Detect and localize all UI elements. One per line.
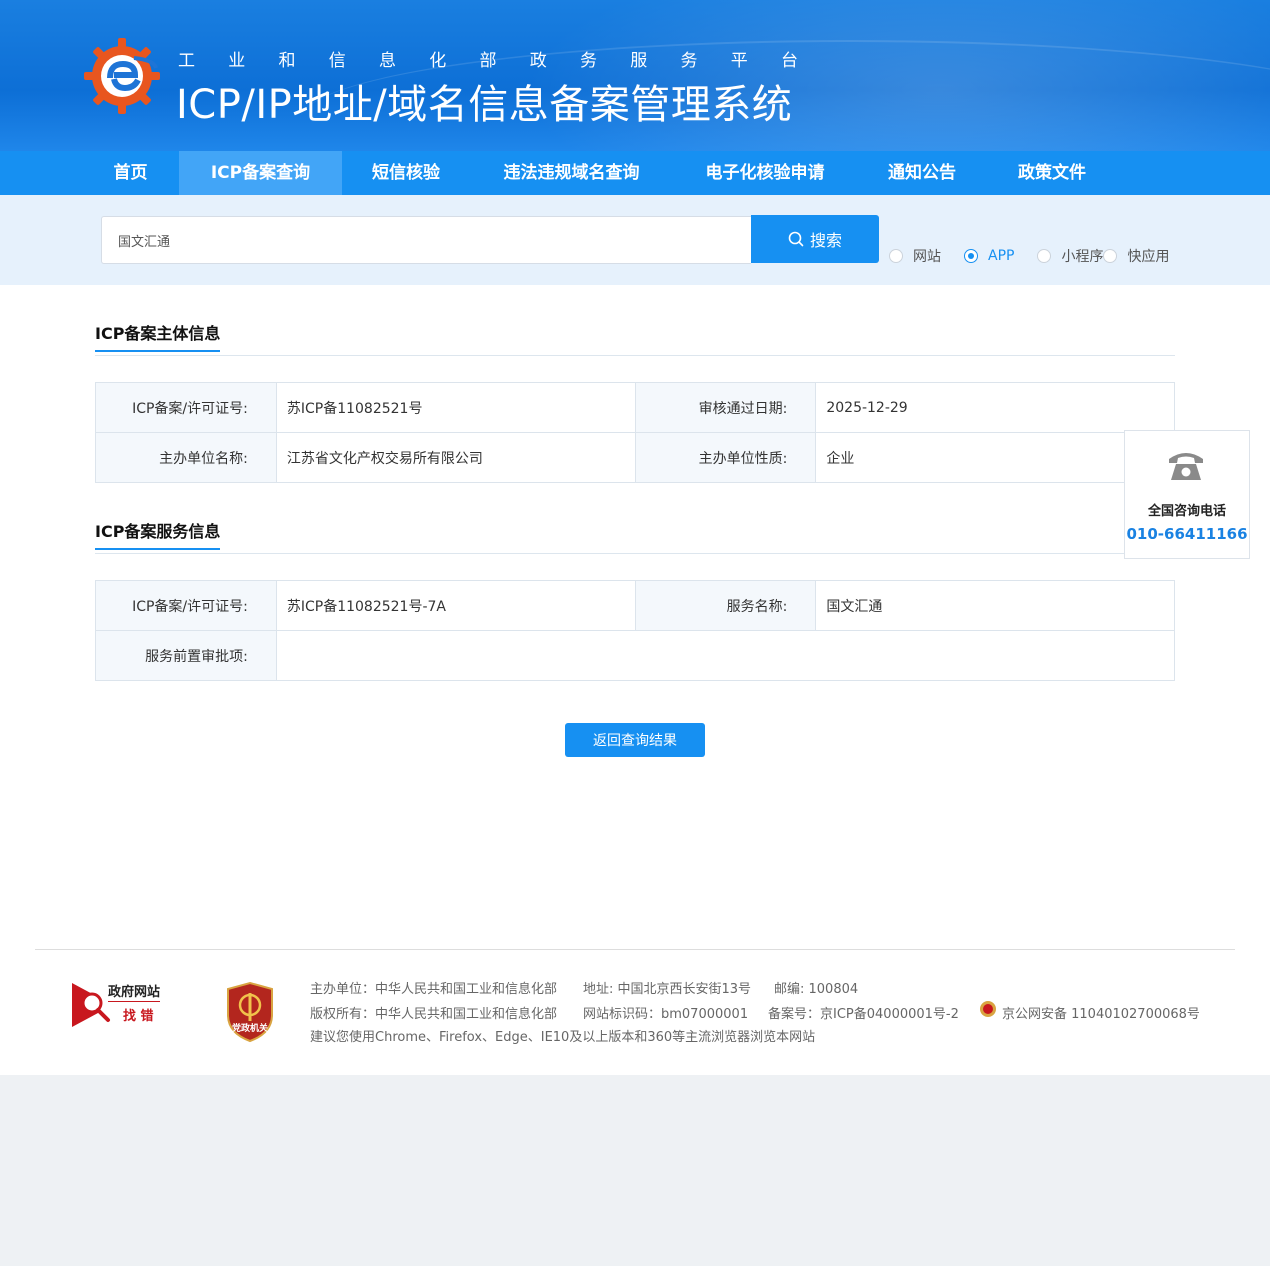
subtitle-char: 服 xyxy=(630,51,648,71)
back-to-results-button[interactable]: 返回查询结果 xyxy=(565,723,705,757)
page-title: ICP/IP地址/域名信息备案管理系统 xyxy=(176,82,793,128)
field-label: 主办单位性质: xyxy=(634,432,817,483)
nav-item-sms-verify[interactable]: 短信核验 xyxy=(342,151,470,195)
search-bar: 搜索 网站 APP 小程序 快应用 xyxy=(0,195,1270,285)
search-button[interactable]: 搜索 xyxy=(751,215,879,263)
search-type-radio-group: 网站 APP 小程序 快应用 xyxy=(889,246,1169,266)
nav-item-notices[interactable]: 通知公告 xyxy=(857,151,987,195)
subtitle-char: 和 xyxy=(278,51,296,71)
subtitle-char: 业 xyxy=(228,51,246,71)
radio-dot xyxy=(1103,249,1118,263)
field-label: 审核通过日期: xyxy=(634,382,817,433)
service-section-title: ICP备案服务信息 xyxy=(95,518,221,550)
nav-item-illegal-domain[interactable]: 违法违规域名查询 xyxy=(470,151,673,195)
footer-icp-link[interactable]: 备案号：京ICP备04000001号-2 xyxy=(768,1003,959,1022)
footer-sponsor: 主办单位：中华人民共和国工业和信息化部 xyxy=(310,982,558,997)
subtitle-char: 息 xyxy=(379,51,396,71)
field-value: 2025-12-29 xyxy=(815,382,1175,433)
site-header: 工 业 和 信 息 化 部 政 务 服 务 平 台 ICP/IP地址/域名信息备案管理系统 xyxy=(0,0,1270,151)
nav-item-policies[interactable]: 政策文件 xyxy=(987,151,1117,195)
gov-site-error-report-logo[interactable]: 政府网站 找 错 xyxy=(72,983,172,1027)
radio-dot xyxy=(889,249,903,263)
table-row: 服务前置审批项: xyxy=(95,630,1176,681)
radio-mini-program[interactable]: 小程序 xyxy=(1037,246,1103,266)
magnifier-icon xyxy=(72,983,110,1027)
field-value: 江苏省文化产权交易所有限公司 xyxy=(275,432,636,483)
field-value: 苏ICP备11082521号-7A xyxy=(275,580,636,631)
field-value xyxy=(275,630,1176,681)
field-value: 国文汇通 xyxy=(815,580,1175,631)
nav-item-home[interactable]: 首页 xyxy=(82,151,179,195)
subtitle-char: 信 xyxy=(328,51,346,71)
subtitle-char: 化 xyxy=(429,51,447,71)
search-input[interactable] xyxy=(101,216,751,264)
subtitle-char: 部 xyxy=(479,51,497,71)
miit-logo-icon[interactable] xyxy=(84,38,160,114)
header-subtitle: 工业和信息化部政务服务平台 xyxy=(178,46,798,71)
search-button-label: 搜索 xyxy=(809,231,842,250)
main-content: ICP备案主体信息 ICP备案/许可证号: 苏ICP备11082521号 审核通… xyxy=(0,285,1270,1075)
consult-phone-number: 010-66411166 xyxy=(1126,525,1248,543)
table-row: 主办单位名称: 江苏省文化产权交易所有限公司 主办单位性质: 企业 xyxy=(95,432,1175,483)
field-value: 企业 xyxy=(815,432,1175,483)
subtitle-char: 台 xyxy=(781,51,798,71)
telephone-icon xyxy=(1169,453,1203,480)
subtitle-char: 平 xyxy=(730,51,748,71)
footer-site-id: 网站标识码：bm07000001 xyxy=(583,1007,749,1022)
service-info-table: ICP备案/许可证号: 苏ICP备11082521号-7A 服务名称: 国文汇通… xyxy=(95,580,1176,681)
footer-copyright: 版权所有：中华人民共和国工业和信息化部 xyxy=(310,1007,558,1022)
consult-phone-card[interactable]: 全国咨询电话 010-66411166 xyxy=(1124,430,1250,559)
nav-item-e-verify[interactable]: 电子化核验申请 xyxy=(673,151,857,195)
footer-browser-tip: 建议您使用Chrome、Firefox、Edge、IE10及以上版本和360等主… xyxy=(310,1030,816,1045)
radio-dot xyxy=(1037,249,1052,263)
subject-info-table: ICP备案/许可证号: 苏ICP备11082521号 审核通过日期: 2025-… xyxy=(95,382,1175,483)
table-row: ICP备案/许可证号: 苏ICP备11082521号 审核通过日期: 2025-… xyxy=(95,382,1175,433)
radio-app[interactable]: APP xyxy=(964,248,1014,264)
field-label: 服务名称: xyxy=(634,580,817,631)
main-nav: 首页 ICP备案查询 短信核验 违法违规域名查询 电子化核验申请 通知公告 政策… xyxy=(0,151,1270,195)
field-label: ICP备案/许可证号: xyxy=(95,382,277,433)
search-icon xyxy=(788,231,804,247)
subtitle-char: 务 xyxy=(680,51,698,71)
footer-postcode: 邮编: 100804 xyxy=(774,982,859,997)
section-divider xyxy=(95,355,1175,356)
party-gov-badge[interactable]: 党政机关 xyxy=(224,981,276,1043)
field-label: ICP备案/许可证号: xyxy=(95,580,277,631)
field-label: 服务前置审批项: xyxy=(95,630,277,681)
footer-address: 地址: 中国北京西长安街13号 xyxy=(583,982,752,997)
footer-police-record-link[interactable]: 京公网安备 11040102700068号 xyxy=(1002,1003,1200,1022)
subtitle-char: 工 xyxy=(178,51,195,71)
subject-section-title: ICP备案主体信息 xyxy=(95,320,221,352)
nav-item-icp-query[interactable]: ICP备案查询 xyxy=(179,151,342,195)
section-divider xyxy=(95,553,1175,554)
radio-quick-app[interactable]: 快应用 xyxy=(1103,246,1169,266)
field-label: 主办单位名称: xyxy=(95,432,277,483)
subtitle-char: 务 xyxy=(580,51,597,71)
radio-dot xyxy=(964,249,978,263)
police-badge-icon xyxy=(980,1001,996,1017)
subtitle-char: 政 xyxy=(529,51,547,71)
radio-website[interactable]: 网站 xyxy=(889,246,941,266)
footer-divider xyxy=(35,949,1235,950)
table-row: ICP备案/许可证号: 苏ICP备11082521号-7A 服务名称: 国文汇通 xyxy=(95,580,1175,631)
consult-phone-label: 全国咨询电话 xyxy=(1147,504,1226,519)
field-value: 苏ICP备11082521号 xyxy=(275,382,636,433)
